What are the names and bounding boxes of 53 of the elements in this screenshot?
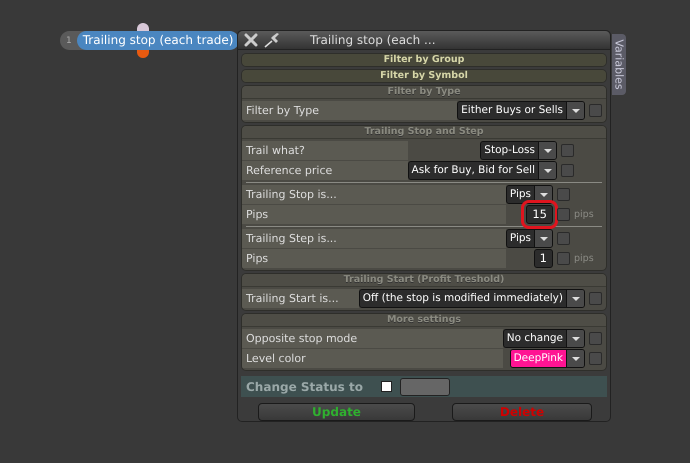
checkbox[interactable] — [561, 164, 574, 178]
section-header[interactable]: Filter by Symbol — [242, 70, 606, 82]
dropdown[interactable]: Pips — [506, 229, 553, 248]
field-label: Level color — [242, 349, 503, 368]
dropdown[interactable]: Either Buys or Sells — [457, 101, 585, 120]
field-label: Reference price — [242, 161, 408, 180]
output-port[interactable] — [137, 50, 149, 58]
field-label: Trailing Step is... — [242, 229, 506, 248]
dropdown[interactable]: Ask for Buy, Bid for Sell — [408, 161, 557, 180]
field-label: Pips — [242, 249, 506, 268]
unit-label: pips — [574, 253, 594, 264]
input-port[interactable] — [137, 23, 149, 31]
caret-icon — [572, 296, 580, 301]
caret-icon — [544, 148, 552, 153]
close-icon[interactable] — [244, 33, 258, 48]
dropdown[interactable]: No change — [502, 329, 585, 348]
variables-tab[interactable]: Variables — [612, 34, 626, 95]
section-header[interactable]: Filter by Group — [242, 54, 606, 66]
field-label: Trail what? — [242, 141, 408, 160]
dropdown[interactable]: Pips — [506, 185, 553, 204]
field-label: Trailing Stop is... — [242, 185, 506, 204]
node-index: 1 — [65, 36, 73, 46]
window-title: Trailing stop (each ... — [310, 33, 436, 48]
status-label: Change Status to — [246, 380, 363, 394]
checkbox[interactable] — [589, 104, 602, 118]
field-label: Filter by Type — [242, 101, 458, 120]
checkbox[interactable] — [589, 332, 602, 346]
dropdown[interactable]: DeepPink — [510, 349, 585, 368]
checkbox[interactable] — [561, 144, 574, 158]
caret-icon — [540, 192, 548, 197]
workflow-node[interactable]: 1 Trailing stop (each trade) — [60, 31, 240, 50]
checkbox[interactable] — [380, 381, 392, 392]
number-field[interactable]: 1 — [534, 249, 553, 268]
checkbox[interactable] — [557, 208, 570, 222]
node-label: Trailing stop (each trade) — [76, 31, 240, 50]
caret-icon — [572, 336, 580, 341]
field-label: Opposite stop mode — [242, 329, 503, 348]
checkbox[interactable] — [557, 232, 570, 246]
caret-icon — [540, 236, 548, 241]
caret-icon — [572, 108, 580, 113]
caret-icon — [544, 168, 552, 173]
checkbox[interactable] — [589, 352, 602, 366]
status-field[interactable] — [400, 378, 450, 396]
caret-icon — [572, 356, 580, 361]
unit-label: pips — [574, 209, 594, 220]
field-label: Trailing Start is... — [242, 289, 359, 308]
update-button[interactable]: Update — [258, 403, 415, 421]
dropdown[interactable]: Stop-Loss — [480, 141, 557, 160]
checkbox[interactable] — [557, 188, 570, 202]
dropdown[interactable]: Off (the stop is modified immediately) — [358, 289, 585, 308]
field-label: Pips — [242, 205, 506, 224]
checkbox[interactable] — [589, 292, 602, 306]
checkbox[interactable] — [557, 252, 570, 266]
